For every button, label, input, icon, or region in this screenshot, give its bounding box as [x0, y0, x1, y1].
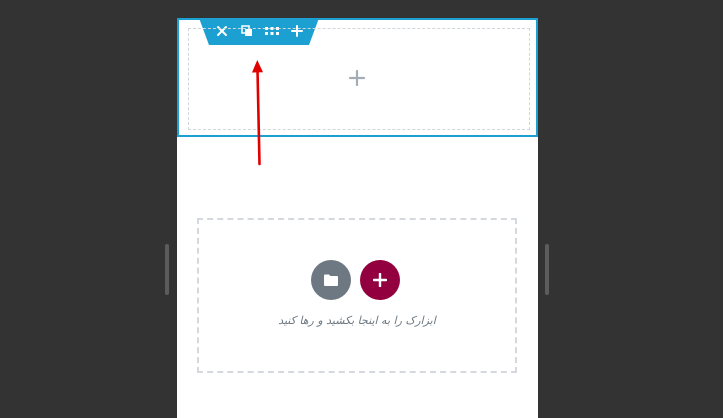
add-template-button[interactable]	[311, 260, 351, 300]
left-resize-handle[interactable]	[165, 244, 169, 295]
plus-icon[interactable]	[348, 69, 366, 87]
dropzone-instruction: ابزارک را به اینجا بکشید و رها کنید	[278, 314, 436, 327]
add-new-section-button[interactable]	[360, 260, 400, 300]
right-resize-handle[interactable]	[545, 244, 549, 295]
editor-canvas: ابزارک را به اینجا بکشید و رها کنید	[177, 18, 538, 418]
annotation-arrow	[252, 60, 263, 166]
folder-icon	[324, 274, 338, 286]
plus-icon	[373, 273, 387, 287]
add-section-dropzone[interactable]: ابزارک را به اینجا بکشید و رها کنید	[197, 218, 517, 373]
selected-section[interactable]	[177, 18, 538, 137]
empty-column[interactable]	[188, 28, 530, 130]
